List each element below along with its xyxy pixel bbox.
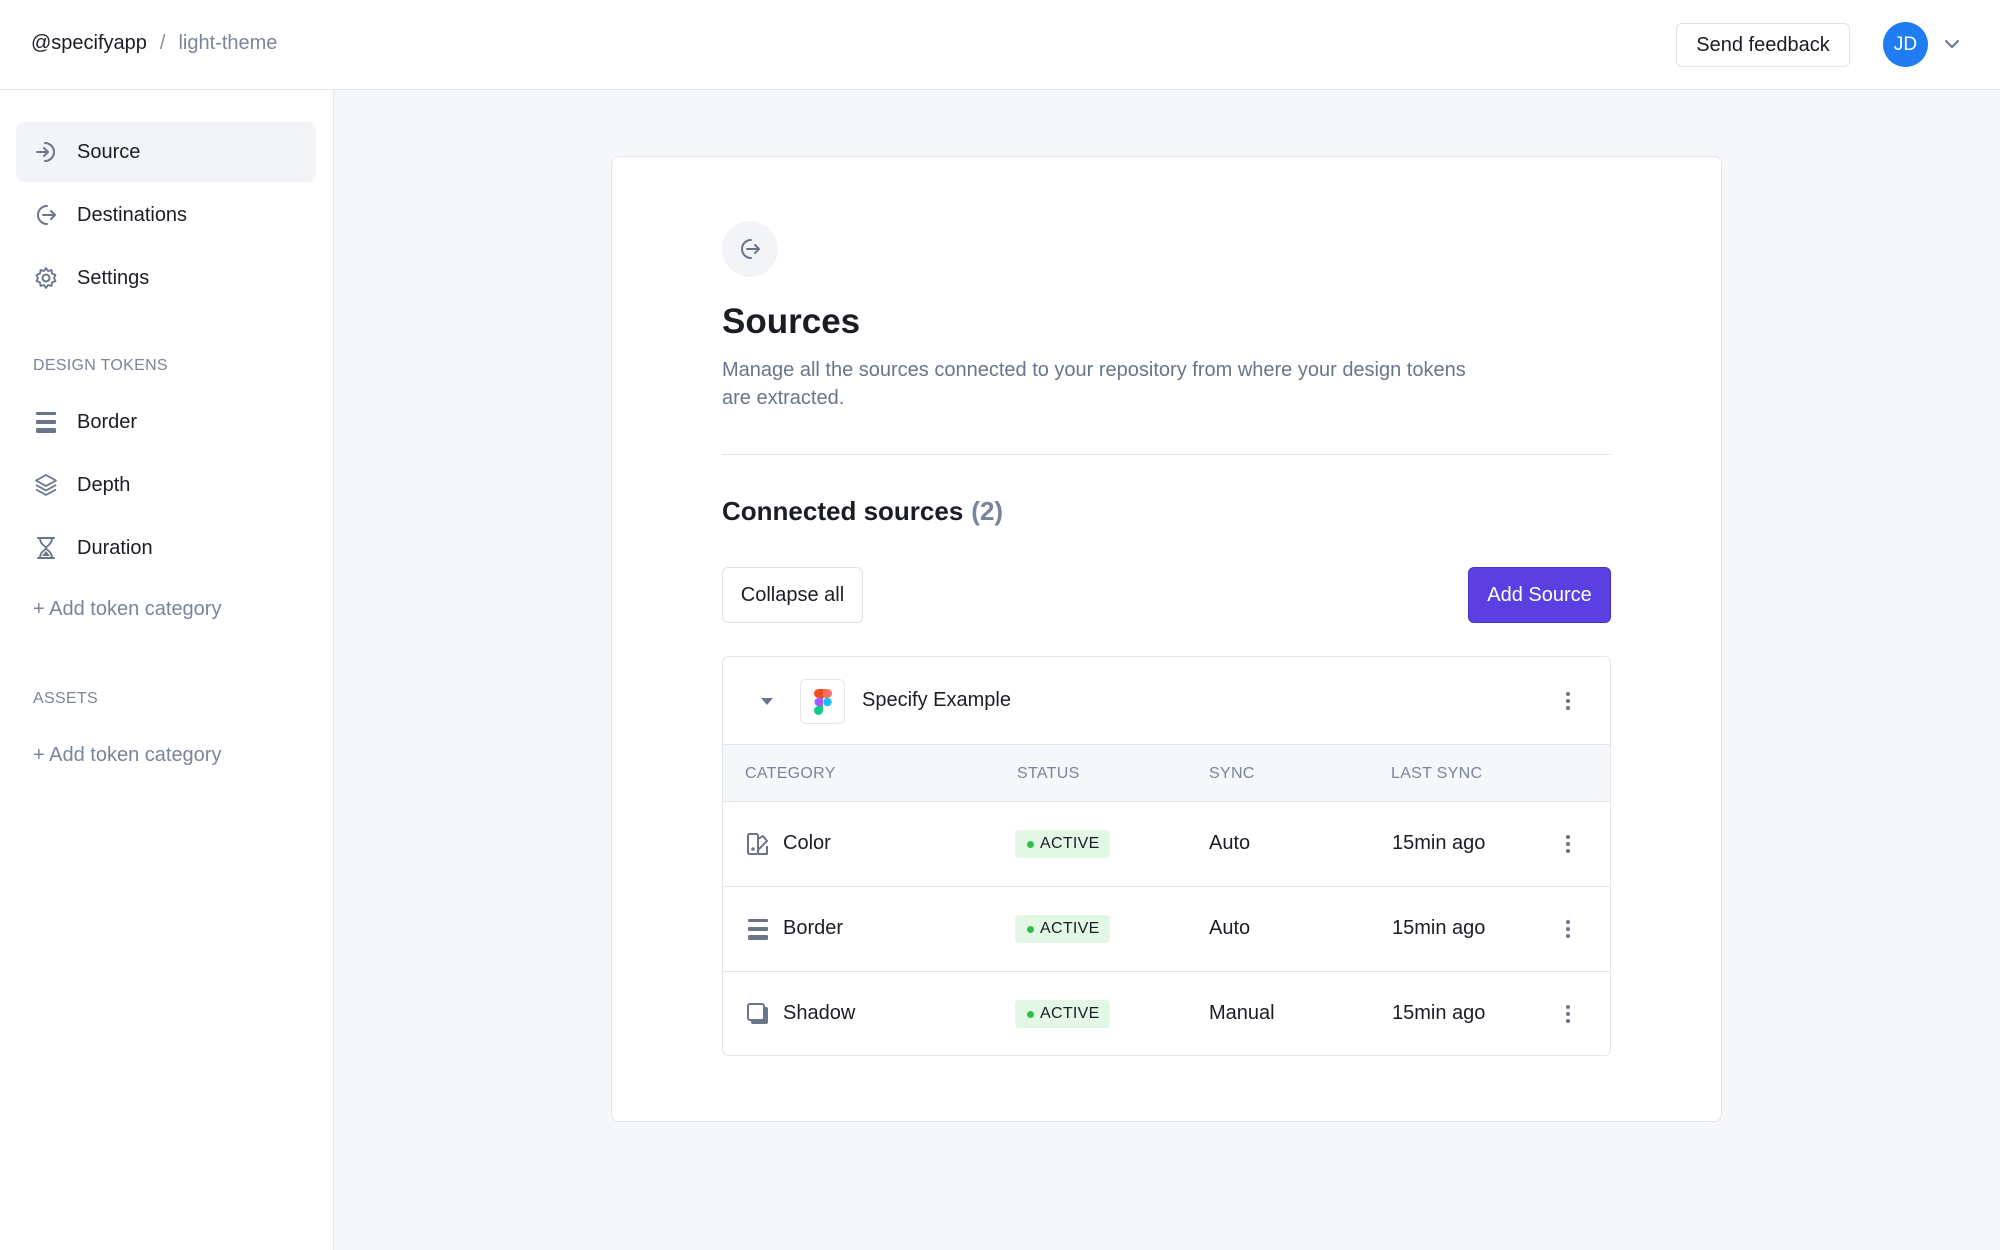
page-description: Manage all the sources connected to your… <box>722 359 1466 409</box>
row-category: Shadow <box>783 1002 856 1024</box>
column-status: STATUS <box>1017 765 1080 782</box>
arrow-in-icon <box>33 139 59 165</box>
sidebar-item-source[interactable]: Source <box>16 122 316 182</box>
add-asset-category-link[interactable]: + Add token category <box>33 744 221 767</box>
layers-icon <box>33 472 59 498</box>
table-row[interactable]: Border ACTIVE Auto 15min ago <box>723 887 1610 972</box>
caret-down-icon[interactable] <box>759 693 775 709</box>
breadcrumb-repo[interactable]: light-theme <box>178 32 277 55</box>
row-category: Border <box>783 917 844 939</box>
status-text: ACTIVE <box>1040 835 1100 852</box>
status-dot <box>1027 1010 1034 1018</box>
sidebar: Source Destinations Settings DESIGN TOKE… <box>0 90 334 1250</box>
row-last-sync: 15min ago <box>1392 917 1486 939</box>
source-name: Specify Example <box>862 689 1011 711</box>
status-dot <box>1027 925 1034 933</box>
source-panel: Specify Example CATEGORY STATUS SYNC LAS… <box>722 656 1611 1056</box>
sidebar-item-label: Source <box>77 140 141 163</box>
connected-sources-heading: Connected sources (2) <box>722 496 1003 527</box>
status-badge: ACTIVE <box>1015 830 1110 858</box>
border-lines-icon <box>745 916 771 942</box>
sidebar-item-destinations[interactable]: Destinations <box>16 185 316 245</box>
status-badge: ACTIVE <box>1015 1000 1110 1028</box>
sidebar-item-label: Border <box>77 410 138 433</box>
connected-sources-title: Connected sources <box>722 496 964 526</box>
column-last-sync: LAST SYNC <box>1391 765 1483 782</box>
chevron-down-icon[interactable] <box>1942 34 1962 54</box>
more-vertical-icon[interactable] <box>1556 832 1580 856</box>
status-text: ACTIVE <box>1040 920 1100 937</box>
send-feedback-button[interactable]: Send feedback <box>1676 23 1850 67</box>
status-text: ACTIVE <box>1040 1005 1100 1022</box>
sidebar-item-settings[interactable]: Settings <box>16 248 316 308</box>
row-sync: Auto <box>1209 832 1251 854</box>
row-last-sync: 15min ago <box>1392 832 1486 854</box>
add-token-category-link[interactable]: + Add token category <box>33 598 221 621</box>
sources-hero-icon <box>722 221 778 277</box>
table-row[interactable]: Shadow ACTIVE Manual 15min ago <box>723 972 1610 1055</box>
sidebar-item-label: Destinations <box>77 203 188 226</box>
more-vertical-icon[interactable] <box>1556 1002 1580 1026</box>
avatar[interactable]: JD <box>1883 22 1928 67</box>
top-bar: @specifyapp / light-theme Send feedback … <box>0 0 2000 90</box>
more-vertical-icon[interactable] <box>1556 917 1580 941</box>
sidebar-item-label: Depth <box>77 473 131 496</box>
assets-heading: ASSETS <box>33 690 98 707</box>
row-sync: Manual <box>1209 1002 1275 1024</box>
status-dot <box>1027 840 1034 848</box>
breadcrumb-separator: / <box>159 32 166 54</box>
connected-sources-count: (2) <box>971 496 1004 526</box>
more-vertical-icon[interactable] <box>1556 689 1580 713</box>
add-source-button[interactable]: Add Source <box>1468 567 1611 623</box>
design-tokens-heading: DESIGN TOKENS <box>33 357 168 374</box>
sidebar-item-label: Settings <box>77 266 150 289</box>
arrow-out-icon <box>33 202 59 228</box>
figma-icon <box>800 679 845 724</box>
sidebar-item-duration[interactable]: Duration <box>16 518 316 578</box>
color-palette-icon <box>745 831 771 857</box>
arrow-out-icon <box>741 239 760 259</box>
collapse-all-button[interactable]: Collapse all <box>722 567 863 623</box>
breadcrumb-org[interactable]: @specifyapp <box>31 32 147 55</box>
column-sync: SYNC <box>1209 765 1255 782</box>
shadow-icon <box>745 1001 771 1027</box>
divider <box>722 454 1611 455</box>
status-badge: ACTIVE <box>1015 915 1110 943</box>
row-last-sync: 15min ago <box>1392 1002 1486 1024</box>
sidebar-item-depth[interactable]: Depth <box>16 455 316 515</box>
border-lines-icon <box>33 409 59 435</box>
row-sync: Auto <box>1209 917 1251 939</box>
source-header[interactable]: Specify Example <box>723 657 1610 745</box>
gear-icon <box>33 265 59 291</box>
breadcrumb: @specifyapp / light-theme <box>31 32 277 55</box>
page-title: Sources <box>722 302 861 341</box>
column-category: CATEGORY <box>745 765 836 782</box>
table-row[interactable]: Color ACTIVE Auto 15min ago <box>723 802 1610 887</box>
sidebar-item-border[interactable]: Border <box>16 392 316 452</box>
sidebar-item-label: Duration <box>77 536 153 559</box>
hourglass-icon <box>33 535 59 561</box>
row-category: Color <box>783 832 831 854</box>
table-header: CATEGORY STATUS SYNC LAST SYNC <box>723 745 1610 802</box>
